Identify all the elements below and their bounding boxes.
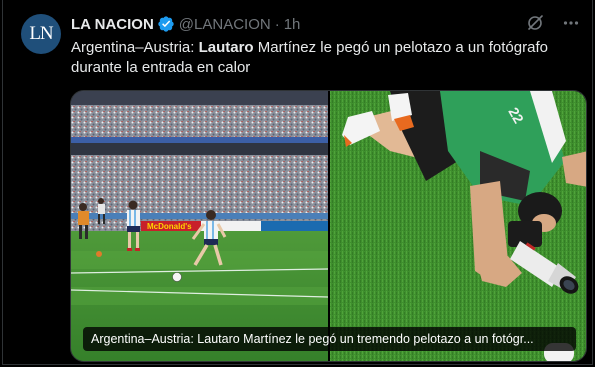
media-image-stadium[interactable]: McDonald's	[71, 91, 328, 361]
tweet-card[interactable]: LN LA NACION @LANACION · 1h Argentina–Au…	[2, 0, 593, 365]
author-name[interactable]: LA NACION	[71, 16, 154, 33]
tweet-actions-top	[526, 14, 580, 32]
timestamp[interactable]: 1h	[284, 16, 301, 33]
avatar[interactable]: LN	[21, 14, 61, 54]
ad-board-text: McDonald's	[147, 222, 192, 231]
tweet-text-part1: Argentina–Austria:	[71, 39, 199, 56]
grok-icon[interactable]	[526, 14, 544, 32]
more-icon[interactable]	[562, 14, 580, 32]
media-image-photographer[interactable]: 22	[330, 91, 586, 361]
author-handle[interactable]: @LANACION	[179, 16, 271, 33]
tweet-text-bold: Lautaro	[198, 39, 254, 56]
separator-dot: ·	[274, 15, 280, 33]
avatar-initials: LN	[29, 23, 53, 44]
tweet-text: Argentina–Austria: Lautaro Martínez le p…	[71, 38, 581, 78]
media-caption: Argentina–Austria: Lautaro Martínez le p…	[83, 327, 576, 351]
tweet-media[interactable]: McDonald's 22 Argentina–Austria: Lautaro…	[70, 90, 587, 362]
tweet-header: LA NACION @LANACION · 1h	[71, 14, 300, 34]
verified-badge-icon	[157, 15, 175, 33]
